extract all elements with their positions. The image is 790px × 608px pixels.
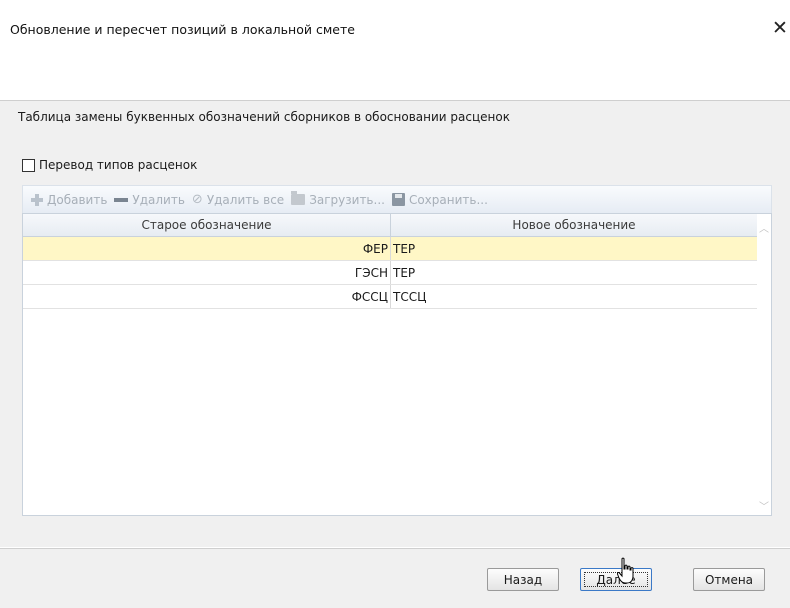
grid-toolbar: Добавить Удалить ⊘ Удалить все Загрузить… xyxy=(22,185,772,213)
close-icon: ✕ xyxy=(772,17,788,39)
delete-button-label: Удалить xyxy=(132,192,185,207)
minus-icon xyxy=(114,197,129,202)
load-button[interactable]: Загрузить... xyxy=(291,191,385,207)
save-button[interactable]: Сохранить... xyxy=(391,192,488,207)
button-bar: Назад Далее Отмена xyxy=(0,549,790,608)
new-code-cell[interactable]: ТЕР xyxy=(391,261,757,284)
scroll-up-icon[interactable]: ︿ xyxy=(759,220,769,235)
column-header-old[interactable]: Старое обозначение xyxy=(23,214,391,236)
dialog-window: Обновление и пересчет позиций в локально… xyxy=(0,0,790,608)
window-title: Обновление и пересчет позиций в локально… xyxy=(10,22,355,37)
table-row[interactable]: ФЕР ТЕР xyxy=(23,237,757,261)
back-button[interactable]: Назад xyxy=(487,568,559,591)
folder-icon xyxy=(291,191,306,205)
cancel-button[interactable]: Отмена xyxy=(693,568,765,591)
table-body: ФЕР ТЕР ГЭСН ТЕР ФССЦ ТССЦ xyxy=(23,237,757,309)
description-text: Таблица замены буквенных обозначений сбо… xyxy=(18,110,510,124)
next-button[interactable]: Далее xyxy=(580,568,652,591)
old-code-cell[interactable]: ГЭСН xyxy=(23,261,391,284)
table-header: Старое обозначение Новое обозначение xyxy=(23,214,757,237)
old-code-cell[interactable]: ФССЦ xyxy=(23,285,391,308)
table-row[interactable]: ГЭСН ТЕР xyxy=(23,261,757,285)
hand-cursor-icon xyxy=(617,557,634,584)
dialog-body: Таблица замены буквенных обозначений сбо… xyxy=(0,101,790,547)
title-bar: Обновление и пересчет позиций в локально… xyxy=(0,0,790,101)
floppy-icon xyxy=(391,193,405,206)
new-code-cell[interactable]: ТССЦ xyxy=(391,285,757,308)
conversion-checkbox[interactable] xyxy=(22,158,35,172)
clear-icon: ⊘ xyxy=(191,192,203,207)
delete-all-button-label: Удалить все xyxy=(206,192,285,207)
save-button-label: Сохранить... xyxy=(408,192,488,207)
add-button-label: Добавить xyxy=(47,192,108,207)
close-button[interactable]: ✕ xyxy=(770,17,790,39)
plus-icon xyxy=(31,193,43,206)
delete-button[interactable]: Удалить xyxy=(114,193,185,207)
scroll-down-icon[interactable]: ﹀ xyxy=(759,498,769,513)
replacement-table: Старое обозначение Новое обозначение ФЕР… xyxy=(22,213,772,516)
load-button-label: Загрузить... xyxy=(309,192,385,207)
conversion-checkbox-label[interactable]: Перевод типов расценок xyxy=(39,158,197,172)
new-code-cell[interactable]: ТЕР xyxy=(391,237,757,260)
conversion-option[interactable]: Перевод типов расценок xyxy=(22,158,197,172)
vertical-scrollbar[interactable]: ︿ ﹀ xyxy=(757,214,771,515)
add-button[interactable]: Добавить xyxy=(31,193,107,207)
delete-all-button[interactable]: ⊘ Удалить все xyxy=(192,192,284,207)
table-row[interactable]: ФССЦ ТССЦ xyxy=(23,285,757,309)
old-code-cell[interactable]: ФЕР xyxy=(23,237,391,260)
column-header-new[interactable]: Новое обозначение xyxy=(391,214,757,236)
